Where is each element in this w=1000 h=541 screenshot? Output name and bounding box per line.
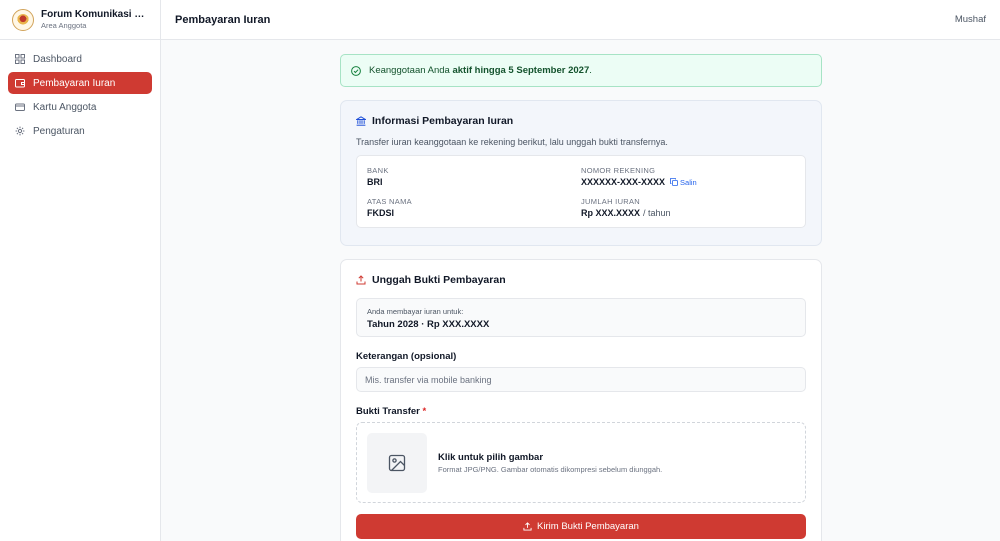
copy-icon: [670, 178, 678, 186]
account-holder-label: ATAS NAMA: [367, 197, 412, 206]
card-icon: [15, 102, 25, 112]
user-menu[interactable]: Mushaf: [955, 14, 986, 25]
upload-title: Unggah Bukti Pembayaran: [356, 274, 806, 286]
copy-account-button[interactable]: Salin: [670, 178, 697, 187]
page-title: Pembayaran Iuran: [175, 13, 271, 26]
account-holder-value: FKDSI: [367, 208, 394, 218]
grid-icon: [15, 54, 25, 64]
sidebar: Forum Komunikasi Do... Area Anggota Dash…: [0, 0, 161, 541]
sidebar-nav: Dashboard Pembayaran Iuran Kartu Anggota…: [0, 40, 160, 152]
amount-suffix: / tahun: [643, 208, 671, 218]
gear-icon: [15, 126, 25, 136]
payment-info-description: Transfer iuran keanggotaan ke rekening b…: [356, 137, 668, 147]
dropzone-title: Klik untuk pilih gambar: [438, 451, 544, 463]
wallet-icon: [15, 78, 25, 88]
image-dropzone[interactable]: Klik untuk pilih gambar Format JPG/PNG. …: [356, 422, 806, 503]
alert-status: aktif hingga 5 September 2027: [452, 65, 590, 76]
dropzone-hint: Format JPG/PNG. Gambar otomatis dikompre…: [438, 464, 663, 474]
payment-summary-label: Anda membayar iuran untuk:: [367, 307, 464, 316]
sidebar-item-label: Pembayaran Iuran: [33, 77, 116, 89]
account-number-value: XXXXXX-XXX-XXXX: [581, 177, 666, 187]
sidebar-item-label: Dashboard: [33, 53, 82, 65]
bank-details: BANK BRI NOMOR REKENING XXXXXX-XXX-XXXX …: [356, 155, 806, 228]
sidebar-item-dashboard[interactable]: Dashboard: [8, 48, 152, 70]
proof-label: Bukti Transfer *: [356, 406, 427, 417]
upload-icon: [523, 522, 532, 531]
note-input[interactable]: [356, 367, 806, 392]
upload-proof-card: Unggah Bukti Pembayaran Anda membayar iu…: [340, 259, 822, 541]
submit-proof-button[interactable]: Kirim Bukti Pembayaran: [356, 514, 806, 539]
required-mark: *: [422, 406, 427, 417]
bank-value: BRI: [367, 177, 383, 187]
note-label: Keterangan (opsional): [356, 351, 457, 362]
sidebar-item-label: Kartu Anggota: [33, 101, 97, 113]
brand-title: Forum Komunikasi Do...: [41, 9, 148, 20]
sidebar-item-pengaturan[interactable]: Pengaturan: [8, 120, 152, 142]
sidebar-item-pembayaran-iuran[interactable]: Pembayaran Iuran: [8, 72, 152, 94]
membership-status-alert: Keanggotaan Anda aktif hingga 5 Septembe…: [340, 54, 822, 87]
alert-suffix: .: [589, 65, 592, 76]
sidebar-item-kartu-anggota[interactable]: Kartu Anggota: [8, 96, 152, 118]
payment-info-card: Informasi Pembayaran Iuran Transfer iura…: [340, 100, 822, 246]
payment-summary: Anda membayar iuran untuk: Tahun 2028 · …: [356, 298, 806, 337]
amount-label: JUMLAH IURAN: [581, 197, 641, 206]
brand-subtitle: Area Anggota: [41, 21, 87, 30]
amount-value: Rp XXX.XXXX: [581, 208, 641, 218]
top-bar: Pembayaran Iuran Mushaf: [161, 0, 1000, 40]
logo: [12, 8, 34, 31]
brand[interactable]: Forum Komunikasi Do... Area Anggota: [0, 0, 160, 40]
image-placeholder: [367, 432, 427, 493]
alert-prefix: Keanggotaan Anda: [369, 65, 450, 76]
payment-info-title: Informasi Pembayaran Iuran: [356, 115, 806, 127]
main-content: Keanggotaan Anda aktif hingga 5 Septembe…: [340, 54, 822, 541]
payment-summary-value: Tahun 2028 · Rp XXX.XXXX: [367, 319, 490, 330]
upload-icon: [356, 275, 366, 285]
sidebar-item-label: Pengaturan: [33, 125, 85, 137]
bank-label: BANK: [367, 166, 389, 175]
bank-icon: [356, 116, 366, 126]
account-number-label: NOMOR REKENING: [581, 166, 656, 175]
check-circle-icon: [351, 65, 361, 76]
image-icon: [388, 454, 406, 471]
